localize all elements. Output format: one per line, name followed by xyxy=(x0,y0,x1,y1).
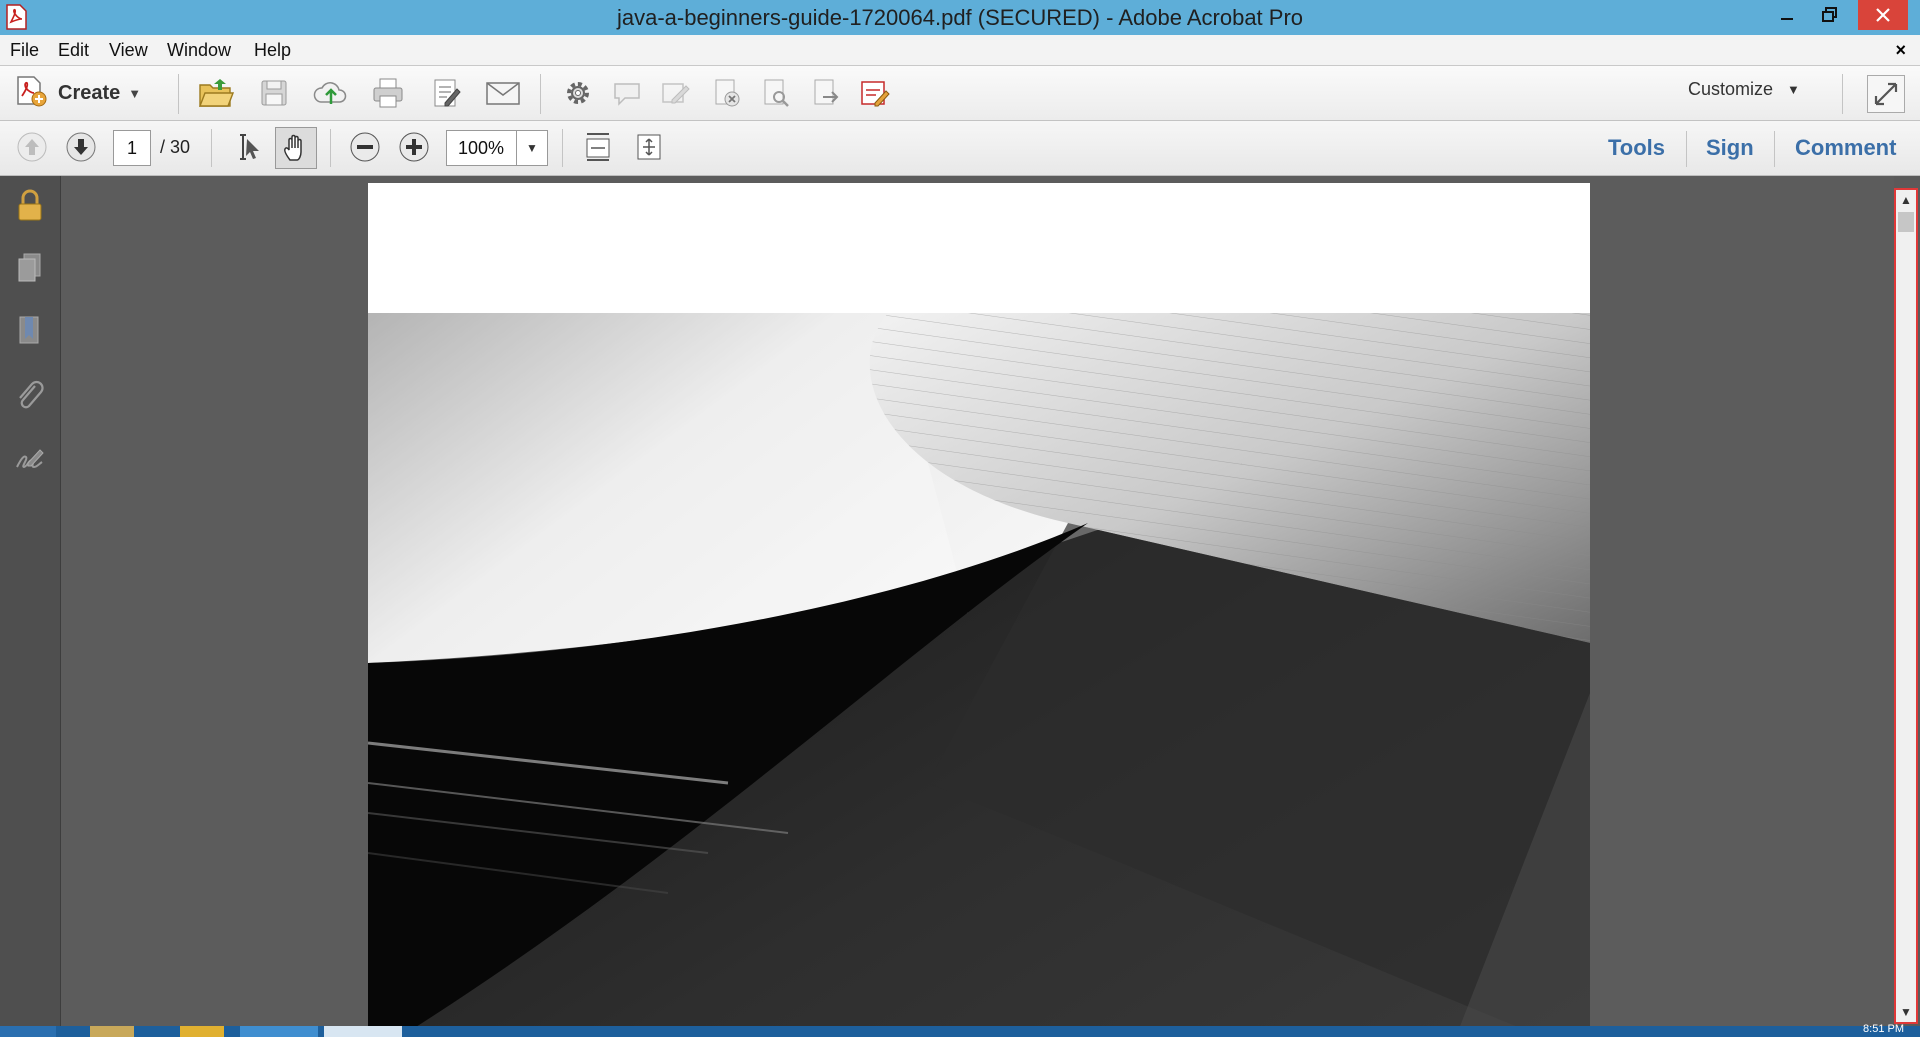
select-cursor-icon[interactable] xyxy=(227,127,267,167)
tab-sign[interactable]: Sign xyxy=(1706,129,1754,167)
menu-view[interactable]: View xyxy=(109,35,148,65)
title-bar: java-a-beginners-guide-1720064.pdf (SECU… xyxy=(0,0,1920,35)
zoom-value: 100% xyxy=(457,138,505,158)
toolbar-divider xyxy=(211,129,212,167)
start-button[interactable] xyxy=(0,1026,56,1037)
pane-divider xyxy=(1686,131,1687,167)
create-pdf-icon xyxy=(14,74,48,113)
previous-page-icon[interactable] xyxy=(12,127,52,167)
navigation-toolbar: 1 / 30 100% ▼ Tools Sign Comment xyxy=(0,121,1920,176)
zoom-level-select[interactable]: 100% ▼ xyxy=(446,130,548,166)
security-lock-icon[interactable] xyxy=(10,186,50,226)
fill-sign-icon[interactable] xyxy=(855,73,895,113)
system-clock: 8:51 PM xyxy=(1863,1023,1904,1035)
zoom-out-icon[interactable] xyxy=(345,127,385,167)
print-icon[interactable] xyxy=(368,73,408,113)
fit-page-icon[interactable] xyxy=(629,127,669,167)
main-toolbar: Create ▼ Customize ▼ xyxy=(0,66,1920,121)
file-explorer-icon[interactable] xyxy=(90,1026,134,1037)
chevron-down-icon: ▼ xyxy=(128,85,142,101)
bookmarks-icon[interactable] xyxy=(10,311,50,351)
save-icon[interactable] xyxy=(254,73,294,113)
window-title: java-a-beginners-guide-1720064.pdf (SECU… xyxy=(616,5,1304,30)
browser-icon[interactable] xyxy=(180,1026,224,1037)
hand-tool-icon[interactable] xyxy=(275,127,317,169)
edit-document-icon[interactable] xyxy=(427,73,467,113)
close-document-button[interactable]: × xyxy=(1895,35,1906,65)
toolbar-divider xyxy=(330,129,331,167)
windows-taskbar: 8:51 PM xyxy=(0,1023,1920,1037)
scroll-up-icon[interactable]: ▲ xyxy=(1896,190,1916,210)
tab-tools[interactable]: Tools xyxy=(1608,129,1665,167)
toolbar-divider xyxy=(562,129,563,167)
cover-photo xyxy=(368,313,1590,1026)
tab-comment[interactable]: Comment xyxy=(1795,129,1896,167)
page-thumbnails-icon[interactable] xyxy=(10,248,50,288)
signatures-icon[interactable] xyxy=(10,440,50,480)
acrobat-taskbar-button[interactable] xyxy=(324,1026,402,1037)
scroll-down-icon[interactable]: ▼ xyxy=(1896,1002,1916,1022)
upload-cloud-icon[interactable] xyxy=(311,73,351,113)
page-number-input[interactable]: 1 xyxy=(113,130,151,166)
open-folder-icon[interactable] xyxy=(196,73,236,113)
pane-divider xyxy=(1774,131,1775,167)
full-screen-button[interactable] xyxy=(1867,75,1905,113)
settings-gear-icon[interactable] xyxy=(558,73,598,113)
vertical-scrollbar[interactable]: ▲ ▼ xyxy=(1894,188,1918,1024)
email-icon[interactable] xyxy=(483,73,523,113)
create-label: Create xyxy=(58,81,121,104)
restore-button[interactable] xyxy=(1808,0,1852,30)
toolbar-divider xyxy=(540,74,541,114)
expand-icon xyxy=(1874,82,1898,106)
export-document-icon[interactable] xyxy=(806,73,846,113)
create-button[interactable]: Create ▼ xyxy=(14,74,154,112)
close-window-button[interactable] xyxy=(1858,0,1908,30)
remove-page-icon[interactable] xyxy=(707,73,747,113)
page-total: / 30 xyxy=(160,137,191,157)
next-page-icon[interactable] xyxy=(61,127,101,167)
chevron-down-icon[interactable]: ▼ xyxy=(516,131,547,165)
taskbar-app-button[interactable] xyxy=(240,1026,318,1037)
toolbar-divider xyxy=(178,74,179,114)
pdf-page xyxy=(368,183,1590,1026)
menu-bar: File Edit View Window Help × xyxy=(0,35,1920,66)
fit-width-icon[interactable] xyxy=(578,127,618,167)
menu-file[interactable]: File xyxy=(10,35,39,65)
customize-label: Customize xyxy=(1688,79,1774,99)
document-view[interactable] xyxy=(61,176,1894,1026)
highlight-pen-icon[interactable] xyxy=(656,73,696,113)
attachments-paperclip-icon[interactable] xyxy=(10,375,50,415)
scrollbar-thumb[interactable] xyxy=(1898,212,1914,232)
left-navigation-pane xyxy=(0,176,61,1026)
chevron-down-icon: ▼ xyxy=(1787,82,1800,97)
menu-window[interactable]: Window xyxy=(167,35,231,65)
zoom-in-icon[interactable] xyxy=(394,127,434,167)
toolbar-divider xyxy=(1842,74,1843,114)
menu-help[interactable]: Help xyxy=(254,35,291,65)
minimize-button[interactable] xyxy=(1765,0,1809,30)
menu-edit[interactable]: Edit xyxy=(58,35,89,65)
search-document-icon[interactable] xyxy=(756,73,796,113)
comment-bubble-icon[interactable] xyxy=(607,73,647,113)
customize-dropdown[interactable]: Customize ▼ xyxy=(1688,79,1800,100)
